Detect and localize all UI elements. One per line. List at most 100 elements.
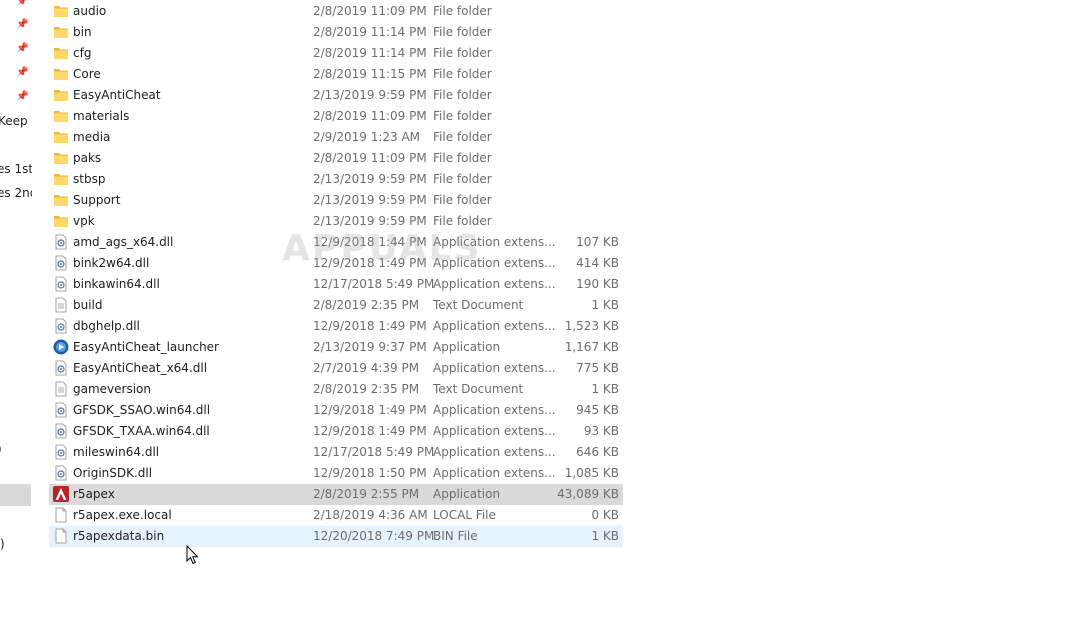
pin-icon[interactable]: 📌 bbox=[16, 43, 28, 55]
file-size: 414 KB bbox=[576, 256, 619, 270]
file-size: 646 KB bbox=[576, 445, 619, 459]
file-size: 93 KB bbox=[583, 424, 619, 438]
file-row[interactable]: EasyAntiCheat_launcher 2/13/2019 9:37 PM A… bbox=[49, 337, 623, 358]
file-date-modified: 2/8/2019 11:14 PM bbox=[313, 25, 427, 39]
file-name: paks bbox=[73, 151, 102, 165]
file-row[interactable]: Core 2/8/2019 11:15 PM File folder bbox=[49, 64, 623, 85]
file-name: gameversion bbox=[73, 382, 151, 396]
file-type: File folder bbox=[433, 130, 492, 144]
file-row[interactable]: cfg 2/8/2019 11:14 PM File folder bbox=[49, 43, 623, 64]
pin-icon[interactable]: 📌 bbox=[16, 0, 28, 8]
file-name: cfg bbox=[73, 46, 92, 60]
file-type: File folder bbox=[433, 4, 492, 18]
file-name: GFSDK_SSAO.win64.dll bbox=[73, 403, 211, 417]
nav-item[interactable]: ) bbox=[0, 441, 32, 457]
file-type: File folder bbox=[433, 46, 492, 60]
file-type: Application bbox=[433, 340, 501, 354]
file-name: r5apexdata.bin bbox=[73, 529, 165, 543]
file-type: Application extens... bbox=[433, 403, 556, 417]
file-row[interactable]: r5apex 2/8/2019 2:55 PM Application 43,089 … bbox=[49, 484, 623, 505]
file-date-modified: 2/9/2019 1:23 AM bbox=[313, 130, 421, 144]
file-date-modified: 2/8/2019 2:35 PM bbox=[313, 382, 420, 396]
file-row[interactable]: paks 2/8/2019 11:09 PM File folder bbox=[49, 148, 623, 169]
pin-icon[interactable]: 📌 bbox=[16, 91, 28, 103]
file-row[interactable]: bin 2/8/2019 11:14 PM File folder bbox=[49, 22, 623, 43]
file-row[interactable]: media 2/9/2019 1:23 AM File folder bbox=[49, 127, 623, 148]
file-row[interactable]: EasyAntiCheat 2/13/2019 9:59 PM File folde… bbox=[49, 85, 623, 106]
file-date-modified: 2/8/2019 11:15 PM bbox=[313, 67, 427, 81]
nav-item[interactable]: :) bbox=[0, 536, 32, 552]
file-date-modified: 12/9/2018 1:49 PM bbox=[313, 403, 427, 417]
dll-icon bbox=[53, 360, 69, 376]
file-date-modified: 2/18/2019 4:36 AM bbox=[313, 508, 428, 522]
file-type: Application extens... bbox=[433, 424, 556, 438]
file-type: File folder bbox=[433, 88, 492, 102]
file-name: dbghelp.dll bbox=[73, 319, 140, 333]
file-type: File folder bbox=[433, 109, 492, 123]
file-row[interactable]: vpk 2/13/2019 9:59 PM File folder bbox=[49, 211, 623, 232]
easyanticheat-icon bbox=[53, 339, 69, 355]
file-date-modified: 2/13/2019 9:59 PM bbox=[313, 193, 427, 207]
file-row[interactable]: mileswin64.dll 12/17/2018 5:49 PM Applicat… bbox=[49, 442, 623, 463]
navigation-pane: 📌 📌 📌 📌 📌 Keep es 1st r es 2nd ) :) bbox=[0, 0, 32, 637]
nav-item-selected[interactable] bbox=[0, 484, 31, 506]
file-row[interactable]: build 2/8/2019 2:35 PM Text Document 1 KB bbox=[49, 295, 623, 316]
file-date-modified: 12/17/2018 5:49 PM bbox=[313, 277, 435, 291]
file-row[interactable]: binkawin64.dll 12/17/2018 5:49 PM Applicat… bbox=[49, 274, 623, 295]
text-document-icon bbox=[53, 381, 69, 397]
file-date-modified: 12/9/2018 1:44 PM bbox=[313, 235, 427, 249]
file-size: 1,085 KB bbox=[564, 466, 619, 480]
file-row[interactable]: audio 2/8/2019 11:09 PM File folder bbox=[49, 1, 623, 22]
file-size: 1 KB bbox=[591, 382, 619, 396]
file-date-modified: 12/9/2018 1:49 PM bbox=[313, 256, 427, 270]
folder-icon bbox=[53, 24, 69, 40]
file-name: mileswin64.dll bbox=[73, 445, 160, 459]
file-type: File folder bbox=[433, 67, 492, 81]
file-row[interactable]: EasyAntiCheat_x64.dll 2/7/2019 4:39 PM App… bbox=[49, 358, 623, 379]
file-row[interactable]: GFSDK_SSAO.win64.dll 12/9/2018 1:49 PM App… bbox=[49, 400, 623, 421]
file-type: File folder bbox=[433, 25, 492, 39]
file-date-modified: 12/20/2018 7:49 PM bbox=[313, 529, 435, 543]
file-row[interactable]: dbghelp.dll 12/9/2018 1:49 PM Application … bbox=[49, 316, 623, 337]
file-name: stbsp bbox=[73, 172, 106, 186]
nav-item[interactable]: Keep bbox=[0, 113, 32, 129]
folder-icon bbox=[53, 45, 69, 61]
blank-file-icon bbox=[53, 507, 69, 523]
file-size: 0 KB bbox=[591, 508, 619, 522]
apex-icon bbox=[53, 486, 69, 502]
file-name: GFSDK_TXAA.win64.dll bbox=[73, 424, 210, 438]
file-date-modified: 2/8/2019 11:09 PM bbox=[313, 151, 427, 165]
file-date-modified: 2/13/2019 9:59 PM bbox=[313, 88, 427, 102]
file-type: Application bbox=[433, 487, 501, 501]
file-row[interactable]: amd_ags_x64.dll 12/9/2018 1:44 PM Applicat… bbox=[49, 232, 623, 253]
file-row[interactable]: gameversion 2/8/2019 2:35 PM Text Document… bbox=[49, 379, 623, 400]
file-row[interactable]: r5apexdata.bin 12/20/2018 7:49 PM BIN File… bbox=[49, 526, 623, 547]
file-row[interactable]: Support 2/13/2019 9:59 PM File folder bbox=[49, 190, 623, 211]
file-type: Application extens... bbox=[433, 319, 556, 333]
file-row[interactable]: materials 2/8/2019 11:09 PM File folder bbox=[49, 106, 623, 127]
file-row[interactable]: stbsp 2/13/2019 9:59 PM File folder bbox=[49, 169, 623, 190]
mouse-cursor-icon bbox=[186, 545, 199, 565]
pin-icon[interactable]: 📌 bbox=[16, 19, 28, 31]
file-type: BIN File bbox=[433, 529, 478, 543]
dll-icon bbox=[53, 276, 69, 292]
folder-icon bbox=[53, 171, 69, 187]
nav-item[interactable]: es 2nd bbox=[0, 185, 32, 201]
file-name: build bbox=[73, 298, 103, 312]
file-type: Application extens... bbox=[433, 361, 556, 375]
file-name: vpk bbox=[73, 214, 95, 228]
file-row[interactable]: bink2w64.dll 12/9/2018 1:49 PM Application… bbox=[49, 253, 623, 274]
file-row[interactable]: OriginSDK.dll 12/9/2018 1:50 PM Applicatio… bbox=[49, 463, 623, 484]
folder-icon bbox=[53, 87, 69, 103]
file-row[interactable]: GFSDK_TXAA.win64.dll 12/9/2018 1:49 PM App… bbox=[49, 421, 623, 442]
nav-item[interactable]: es 1st r bbox=[0, 161, 32, 177]
file-type: Application extens... bbox=[433, 235, 556, 249]
file-row[interactable]: r5apex.exe.local 2/18/2019 4:36 AM LOCAL F… bbox=[49, 505, 623, 526]
file-type: Application extens... bbox=[433, 256, 556, 270]
pin-icon[interactable]: 📌 bbox=[16, 67, 28, 79]
nav-item-label: es 1st r bbox=[0, 162, 32, 176]
file-type: File folder bbox=[433, 172, 492, 186]
file-date-modified: 12/9/2018 1:49 PM bbox=[313, 319, 427, 333]
file-date-modified: 2/8/2019 2:55 PM bbox=[313, 487, 420, 501]
file-size: 775 KB bbox=[576, 361, 619, 375]
